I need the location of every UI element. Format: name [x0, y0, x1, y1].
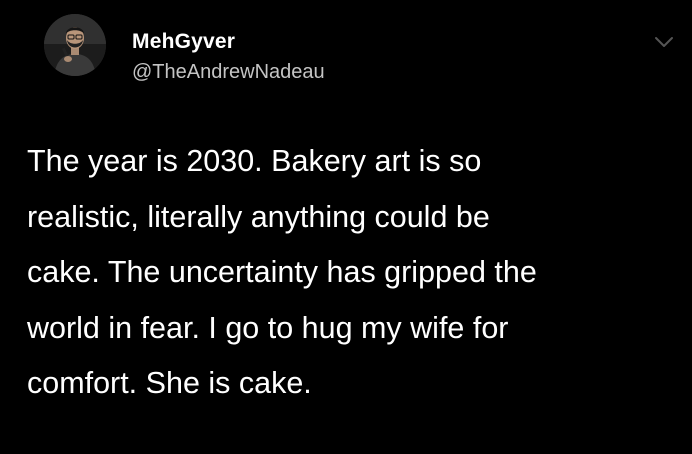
- avatar[interactable]: [44, 14, 106, 76]
- avatar-photo-icon: [44, 14, 106, 76]
- author-display-name[interactable]: MehGyver: [132, 30, 235, 54]
- tweet-text-line: The year is 2030. Bakery art is so: [27, 144, 482, 178]
- tweet-text: The year is 2030. Bakery art is so reali…: [27, 134, 672, 412]
- tweet-text-line: comfort. She is cake.: [27, 366, 312, 400]
- tweet-text-line: realistic, literally anything could be: [27, 199, 490, 234]
- tweet-card: MehGyver @TheAndrewNadeau The year is 20…: [0, 0, 692, 454]
- tweet-text-line: world in fear. I go to hug my wife for: [27, 310, 509, 345]
- tweet-menu-button[interactable]: [652, 34, 676, 50]
- author-handle[interactable]: @TheAndrewNadeau: [132, 61, 325, 84]
- tweet-text-line: cake. The uncertainty has gripped the: [27, 255, 537, 289]
- chevron-down-icon: [655, 37, 673, 47]
